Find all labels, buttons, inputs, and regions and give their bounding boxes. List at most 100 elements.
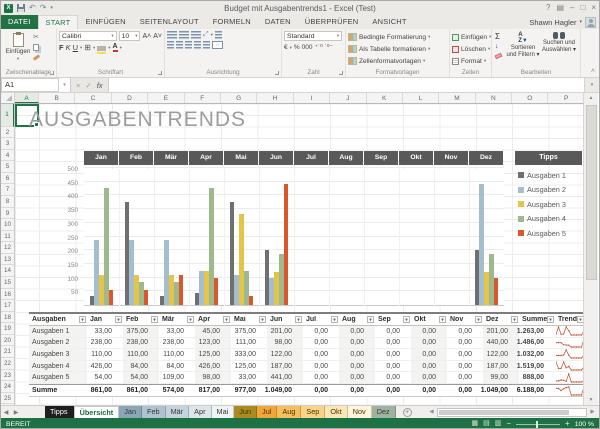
zoom-level[interactable]: 100 %	[575, 421, 594, 428]
row-header-13[interactable]: 13	[1, 254, 14, 266]
table-cell-value[interactable]: 110,00	[87, 349, 123, 361]
column-header-N[interactable]: N	[476, 93, 512, 103]
table-cell-value[interactable]: 0,00	[339, 349, 375, 361]
dialog-launcher-icon[interactable]	[50, 71, 54, 75]
conditional-formatting-button[interactable]: Bedingte Formatierung ▾	[348, 31, 447, 43]
decrease-indent-icon[interactable]	[194, 41, 201, 49]
sheet-tab-dez[interactable]: Dez	[372, 406, 396, 418]
row-header-21[interactable]: 21	[1, 346, 14, 358]
table-cell-value[interactable]: 0,00	[303, 361, 339, 373]
table-cell-value[interactable]: 0,00	[411, 361, 447, 373]
bold-button[interactable]: F	[59, 43, 64, 52]
cancel-entry-icon[interactable]: ×	[76, 81, 80, 90]
sheet-tab-jan[interactable]: Jan	[119, 406, 142, 418]
scroll-left-icon[interactable]: ◀	[427, 409, 436, 415]
sheet-tab-mär[interactable]: Mär	[166, 406, 190, 418]
sheet-tab-sep[interactable]: Sep	[301, 406, 325, 418]
table-cell-value[interactable]: 122,00	[267, 349, 303, 361]
ribbon-tab-einfügen[interactable]: EINFÜGEN	[78, 15, 132, 29]
row-header-9[interactable]: 9	[1, 208, 14, 220]
cell-styles-button[interactable]: Zellenformatvorlagen ▾	[348, 55, 447, 67]
vertical-scroll-thumb[interactable]	[586, 105, 597, 280]
ribbon-tab-überprüfen[interactable]: ÜBERPRÜFEN	[298, 15, 366, 29]
page-layout-view-icon[interactable]: ▤	[483, 419, 490, 429]
chart-plot-area[interactable]	[84, 169, 504, 306]
table-cell-value[interactable]: 45,00	[195, 326, 231, 338]
row-header-1[interactable]: 1	[1, 104, 14, 127]
align-center-icon[interactable]	[176, 41, 183, 49]
filter-dropdown-icon[interactable]: ▾	[79, 316, 86, 323]
help-icon[interactable]: ?	[546, 2, 550, 14]
paste-button[interactable]: Einfügen ▾	[3, 31, 33, 67]
grow-font-icon[interactable]: A˄	[142, 33, 151, 40]
row-header-7[interactable]: 7	[1, 184, 14, 196]
column-header-L[interactable]: L	[403, 93, 439, 103]
table-cell-sum[interactable]: 1.032,00	[519, 349, 555, 361]
collapse-ribbon-icon[interactable]: ˄	[581, 29, 599, 77]
sort-filter-button[interactable]: AZ▼ Sortieren und Filtern ▾	[505, 31, 541, 67]
table-cell-total-value[interactable]: 0,00	[303, 384, 339, 396]
page-break-view-icon[interactable]: ▥	[495, 419, 502, 429]
row-header-15[interactable]: 15	[1, 277, 14, 289]
row-header-24[interactable]: 24	[1, 381, 14, 393]
table-cell-value[interactable]: 0,00	[339, 338, 375, 350]
undo-icon[interactable]: ↶	[29, 3, 36, 13]
orientation-icon[interactable]: ⤢	[203, 31, 209, 39]
row-header-14[interactable]: 14	[1, 265, 14, 277]
name-box[interactable]: A1	[1, 78, 59, 92]
table-cell-value[interactable]: 0,00	[411, 372, 447, 384]
column-header-F[interactable]: F	[185, 93, 221, 103]
row-header-17[interactable]: 17	[1, 300, 14, 312]
dialog-launcher-icon[interactable]	[158, 71, 162, 75]
table-cell-value[interactable]: 0,00	[375, 349, 411, 361]
align-left-icon[interactable]	[167, 41, 174, 49]
table-cell-value[interactable]: 84,00	[159, 361, 195, 373]
table-cell-value[interactable]: 109,00	[159, 372, 195, 384]
table-cell-value[interactable]: 201,00	[267, 326, 303, 338]
ribbon-tab-ansicht[interactable]: ANSICHT	[365, 15, 413, 29]
align-right-icon[interactable]	[185, 41, 192, 49]
table-cell-value[interactable]: 122,00	[483, 349, 519, 361]
table-cell-value[interactable]: 54,00	[87, 372, 123, 384]
filter-dropdown-icon[interactable]: ▾	[187, 316, 194, 323]
table-cell-value[interactable]: 441,00	[267, 372, 303, 384]
table-cell-sum[interactable]: 888,00	[519, 372, 555, 384]
table-cell-name[interactable]: Ausgaben 5	[29, 372, 87, 384]
clear-icon[interactable]	[494, 53, 502, 60]
dialog-launcher-icon[interactable]	[275, 71, 279, 75]
zoom-in-icon[interactable]: +	[565, 419, 570, 429]
table-cell-value[interactable]: 33,00	[231, 372, 267, 384]
table-cell-total-value[interactable]: 1.049,00	[483, 384, 519, 396]
column-header-C[interactable]: C	[75, 93, 111, 103]
minimize-icon[interactable]: –	[570, 2, 574, 14]
table-cell-total-value[interactable]: 977,00	[231, 384, 267, 396]
row-header-16[interactable]: 16	[1, 289, 14, 301]
table-cell-value[interactable]: 110,00	[123, 349, 159, 361]
column-header-B[interactable]: B	[39, 93, 75, 103]
underline-button[interactable]: U	[73, 43, 78, 52]
filter-dropdown-icon[interactable]: ▾	[151, 316, 158, 323]
sheet-tab-jul[interactable]: Jul	[257, 406, 277, 418]
column-header-J[interactable]: J	[330, 93, 366, 103]
horizontal-scrollbar[interactable]: ◀ ▶	[427, 406, 599, 418]
scroll-right-icon[interactable]: ▶	[588, 409, 597, 415]
column-header-I[interactable]: I	[294, 93, 330, 103]
sheet-nav-left-icon[interactable]: ◀	[1, 406, 11, 418]
table-cell-value[interactable]: 238,00	[159, 338, 195, 350]
table-cell-value[interactable]: 0,00	[447, 326, 483, 338]
table-cell-value[interactable]: 0,00	[303, 372, 339, 384]
sheet-tab-nov[interactable]: Nov	[348, 406, 372, 418]
new-sheet-icon[interactable]: +	[403, 408, 412, 417]
row-header-19[interactable]: 19	[1, 323, 14, 335]
row-header-6[interactable]: 6	[1, 173, 14, 185]
table-cell-total-value[interactable]: 0,00	[339, 384, 375, 396]
table-cell-name[interactable]: Ausgaben 4	[29, 361, 87, 373]
row-header-2[interactable]: 2	[1, 127, 14, 139]
table-cell-sum[interactable]: 1.263,00	[519, 326, 555, 338]
table-cell-value[interactable]: 98,00	[195, 372, 231, 384]
filter-dropdown-icon[interactable]: ▾	[331, 316, 338, 323]
select-all-corner[interactable]	[1, 93, 15, 103]
format-cells-button[interactable]: Format ▾	[452, 55, 489, 67]
table-cell-grand-total[interactable]: 6.188,00	[519, 384, 555, 396]
horizontal-scroll-thumb[interactable]	[439, 410, 569, 415]
